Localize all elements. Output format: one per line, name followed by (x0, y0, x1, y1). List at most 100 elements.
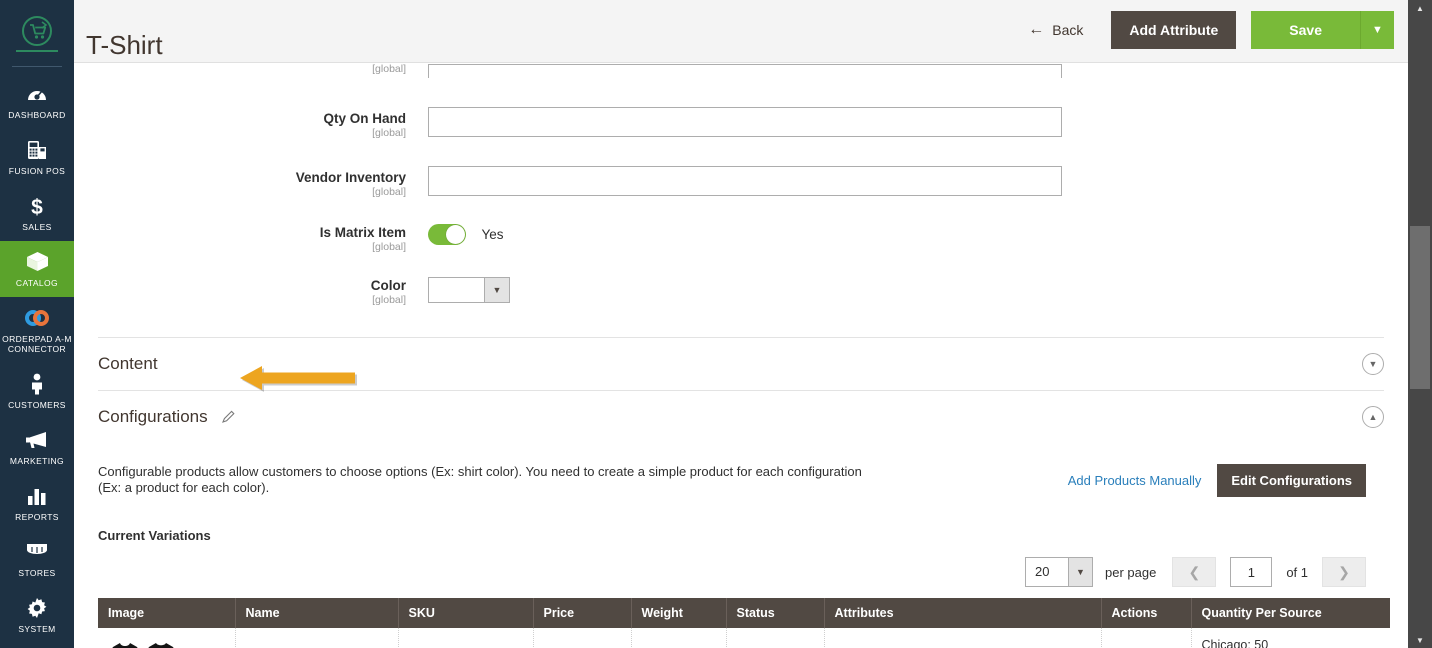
sidebar-item-catalog[interactable]: CATALOG (0, 241, 74, 297)
storefront-awning-icon (2, 539, 72, 565)
cell-weight (631, 628, 727, 648)
col-quantity-per-source: Quantity Per Source (1191, 598, 1390, 628)
form-label-vendor-inventory: Vendor Inventory [global] (98, 162, 428, 199)
form-label-text-matrix: Is Matrix Item (319, 225, 406, 240)
add-attribute-button[interactable]: Add Attribute (1111, 11, 1237, 49)
megaphone-icon (2, 427, 72, 453)
edit-configurations-button[interactable]: Edit Configurations (1217, 464, 1366, 497)
scroll-down-arrow-icon[interactable]: ▼ (1408, 632, 1432, 648)
page-header: T-Shirt ← Back Add Attribute Save ▼ (74, 0, 1408, 63)
scroll-up-arrow-icon[interactable]: ▲ (1408, 0, 1432, 16)
form-scope-clipped: [global] (372, 63, 406, 75)
cell-price: $650.23 (533, 628, 632, 648)
pencil-icon[interactable] (221, 410, 235, 424)
cell-image (98, 628, 236, 648)
sidebar-item-customers[interactable]: CUSTOMERS (0, 363, 74, 419)
form-label-text-color: Color (370, 278, 406, 293)
color-select[interactable]: ▼ (428, 277, 510, 303)
arrow-left-icon: ← (1028, 21, 1045, 38)
sidebar-item-sales[interactable]: $ SALES (0, 185, 74, 241)
section-title-content: Content (98, 354, 158, 373)
sidebar-item-fusion-pos[interactable]: FUSION POS (0, 129, 74, 185)
section-title-configurations: Configurations (98, 407, 208, 426)
add-products-manually-link[interactable]: Add Products Manually (1068, 473, 1202, 488)
form-row-color: Color [global] ▼ (98, 276, 1384, 307)
logo-underline (16, 50, 58, 52)
form-row-vendor-inventory: Vendor Inventory [global] (98, 162, 1384, 199)
form-control-qty-on-hand (428, 103, 1062, 137)
section-header-configurations[interactable]: Configurations ▲ (98, 391, 1384, 443)
is-matrix-item-toggle[interactable] (428, 224, 466, 245)
save-dropdown-toggle[interactable]: ▼ (1360, 11, 1394, 49)
sidebar-label-orderpad-connector: ORDERPAD A-M CONNECTOR (2, 334, 72, 354)
variations-table-head: Image Name SKU Price Weight Status Attri… (98, 598, 1390, 628)
sidebar-label-marketing: MARKETING (9, 456, 65, 466)
total-pages-label: of 1 (1286, 564, 1308, 580)
save-button[interactable]: Save (1251, 11, 1360, 49)
form-row-clipped: [global] (98, 63, 1384, 85)
chevron-up-circle-icon[interactable]: ▲ (1362, 406, 1384, 428)
form-row-qty-on-hand: Qty On Hand [global] (98, 103, 1384, 140)
color-select-value (429, 278, 484, 302)
sidebar-item-reports[interactable]: REPORTS (0, 475, 74, 531)
linked-rings-icon (2, 305, 72, 331)
svg-text:$: $ (31, 196, 43, 217)
sidebar-item-dashboard[interactable]: DASHBOARD (0, 73, 74, 129)
variations-header-row: Image Name SKU Price Weight Status Attri… (98, 598, 1390, 628)
cell-name: TSHIRT-Black-L (235, 628, 399, 648)
content-inner: [global] Qty On Hand [global] Vendor Inv… (74, 63, 1408, 648)
per-page-select[interactable]: 20 ▼ (1024, 557, 1093, 587)
sidebar-item-marketing[interactable]: MARKETING (0, 419, 74, 475)
table-row: TSHIRT-Black-L TSH-Black-L $650.23 Enabl… (98, 628, 1390, 648)
vendor-inventory-input[interactable] (428, 166, 1062, 196)
section-header-content[interactable]: Content ▼ (98, 338, 1384, 390)
sidebar-label-catalog: CATALOG (15, 278, 59, 288)
qty-on-hand-input[interactable] (428, 107, 1062, 137)
form-label-qty-on-hand: Qty On Hand [global] (98, 103, 428, 140)
col-sku: SKU (398, 598, 534, 628)
form-label-text-qty: Qty On Hand (323, 111, 406, 126)
form-label-text-vendor: Vendor Inventory (295, 170, 406, 185)
form-scope-vendor: [global] (372, 186, 406, 198)
col-price: Price (533, 598, 632, 628)
page-number-input[interactable] (1230, 557, 1273, 587)
qty-source-line: Chicago: 50 (1201, 638, 1269, 648)
cell-status: Enabled (726, 628, 825, 648)
current-variations-heading: Current Variations (98, 528, 211, 543)
form-row-is-matrix-item: Is Matrix Item [global] Yes (98, 223, 1384, 254)
back-button[interactable]: ← Back (1022, 21, 1089, 39)
header-actions: ← Back Add Attribute Save ▼ (1022, 11, 1394, 49)
cell-attributes: Ken Color: Black, Ken Size: L (824, 628, 1102, 648)
previous-page-button[interactable]: ❮ (1172, 557, 1217, 587)
dashboard-gauge-icon (2, 81, 72, 107)
form-control-clipped (428, 63, 1062, 81)
dollar-sign-icon: $ (2, 193, 72, 219)
vertical-scrollbar[interactable]: ▲ ▼ (1408, 0, 1432, 648)
save-button-group: Save ▼ (1251, 11, 1394, 49)
scrollbar-thumb[interactable] (1410, 226, 1430, 389)
sidebar-label-reports: REPORTS (15, 512, 59, 522)
sidebar-item-stores[interactable]: STORES (0, 531, 74, 587)
clipped-field-input[interactable] (428, 64, 1062, 78)
sidebar-label-system: SYSTEM (18, 624, 56, 634)
magento-cart-logo-icon[interactable] (0, 0, 74, 62)
col-attributes: Attributes (824, 598, 1102, 628)
black-tshirt-thumbnail (108, 640, 225, 648)
page-title: T-Shirt (86, 30, 163, 61)
sidebar-label-fusion-pos: FUSION POS (8, 166, 66, 176)
configurations-description: Configurable products allow customers to… (98, 464, 862, 495)
nav-divider (12, 66, 62, 67)
sidebar-item-orderpad-connector[interactable]: ORDERPAD A-M CONNECTOR (0, 297, 74, 363)
chevron-down-circle-icon[interactable]: ▼ (1362, 353, 1384, 375)
person-icon (2, 371, 72, 397)
variations-table-body: TSHIRT-Black-L TSH-Black-L $650.23 Enabl… (98, 628, 1390, 648)
chevron-down-icon: ▼ (1372, 24, 1383, 36)
next-page-button[interactable]: ❯ (1322, 557, 1366, 587)
cell-actions: Select▼ (1101, 628, 1192, 648)
sidebar-item-system[interactable]: SYSTEM (0, 587, 74, 643)
form-label-color: Color [global] (98, 276, 428, 307)
col-image: Image (98, 598, 236, 628)
admin-product-edit-page: DASHBOARD FUSION POS $ SALES CATALOG ORD… (0, 0, 1432, 648)
toggle-knob (446, 225, 465, 244)
caret-down-icon: ▼ (1067, 558, 1092, 586)
